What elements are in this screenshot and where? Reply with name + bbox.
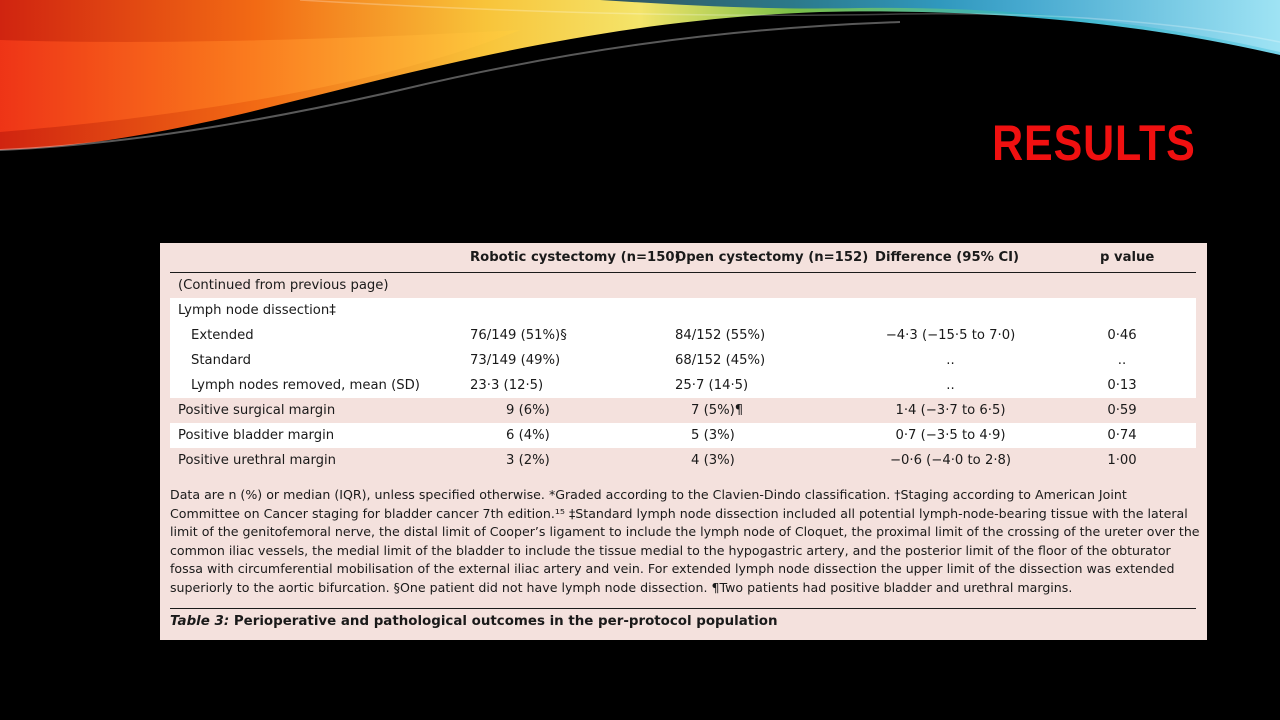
cell-pvalue: .. (1048, 348, 1196, 373)
cell-pvalue: 1·00 (1107, 453, 1137, 468)
cell-difference: −0·6 (−4·0 to 2·8) (889, 453, 1012, 468)
cell-difference: 1·4 (−3·7 to 6·5) (895, 403, 1006, 418)
header-pvalue: p value (1048, 243, 1196, 273)
table-row: Lymph nodes removed, mean (SD) 23·3 (12·… (170, 373, 1196, 398)
continued-row: (Continued from previous page) (170, 273, 1196, 299)
cell-pvalue: 0·74 (1048, 423, 1196, 448)
cell-difference: 0·7 (−3·5 to 4·9) (853, 423, 1048, 448)
cell-open: 68/152 (45%) (675, 348, 853, 373)
row-label: Extended (170, 323, 470, 348)
cell-pvalue: 0·59 (1107, 403, 1137, 418)
caption-divider (170, 608, 1196, 609)
cell-open: 25·7 (14·5) (675, 373, 853, 398)
table-footnote: Data are n (%) or median (IQR), unless s… (170, 487, 1200, 595)
continued-note: (Continued from previous page) (178, 278, 389, 293)
header-row: Robotic cystectomy (n=150) Open cystecto… (170, 243, 1196, 273)
cell-pvalue: 0·13 (1048, 373, 1196, 398)
header-difference: Difference (95% CI) (853, 243, 1048, 273)
table-row: Positive bladder margin 6 (4%) 5 (3%) 0·… (170, 423, 1196, 448)
section-label: Lymph node dissection‡ (170, 298, 1196, 323)
header-robotic: Robotic cystectomy (n=150) (470, 243, 681, 273)
row-label: Lymph nodes removed, mean (SD) (170, 373, 470, 398)
table-row: Extended 76/149 (51%)§ 84/152 (55%) −4·3… (170, 323, 1196, 348)
table-caption: Table 3: Perioperative and pathological … (170, 614, 778, 629)
header-open: Open cystectomy (n=152) (675, 243, 868, 273)
row-label: Positive urethral margin (178, 453, 337, 468)
cell-robotic: 6 (4%) (470, 423, 675, 448)
cell-robotic: 9 (6%) (506, 403, 550, 418)
cell-open: 4 (3%) (691, 453, 735, 468)
cell-difference: −4·3 (−15·5 to 7·0) (853, 323, 1048, 348)
header-label (170, 243, 470, 273)
table-panel: Robotic cystectomy (n=150) Open cystecto… (160, 243, 1207, 640)
row-label: Positive surgical margin (178, 403, 336, 418)
table-row: Standard 73/149 (49%) 68/152 (45%) .. .. (170, 348, 1196, 373)
row-label: Standard (170, 348, 470, 373)
table-row: Positive urethral margin 3 (2%) 4 (3%) −… (170, 448, 1196, 473)
cell-robotic: 73/149 (49%) (470, 348, 675, 373)
slide-title: RESULTS (992, 115, 1196, 171)
outcomes-table: Robotic cystectomy (n=150) Open cystecto… (170, 243, 1196, 473)
cell-robotic: 3 (2%) (506, 453, 550, 468)
cell-open: 84/152 (55%) (675, 323, 853, 348)
cell-pvalue: 0·46 (1048, 323, 1196, 348)
row-label: Positive bladder margin (170, 423, 470, 448)
cell-open: 7 (5%)¶ (691, 403, 744, 418)
caption-label: Table 3: (170, 614, 230, 629)
cell-difference: .. (853, 373, 1048, 398)
cell-robotic: 23·3 (12·5) (470, 373, 675, 398)
caption-text: Perioperative and pathological outcomes … (229, 614, 778, 629)
cell-difference: .. (853, 348, 1048, 373)
section-row: Lymph node dissection‡ (170, 298, 1196, 323)
cell-robotic: 76/149 (51%)§ (470, 323, 675, 348)
table-row: Positive surgical margin 9 (6%) 7 (5%)¶ … (170, 398, 1196, 423)
cell-open: 5 (3%) (675, 423, 853, 448)
